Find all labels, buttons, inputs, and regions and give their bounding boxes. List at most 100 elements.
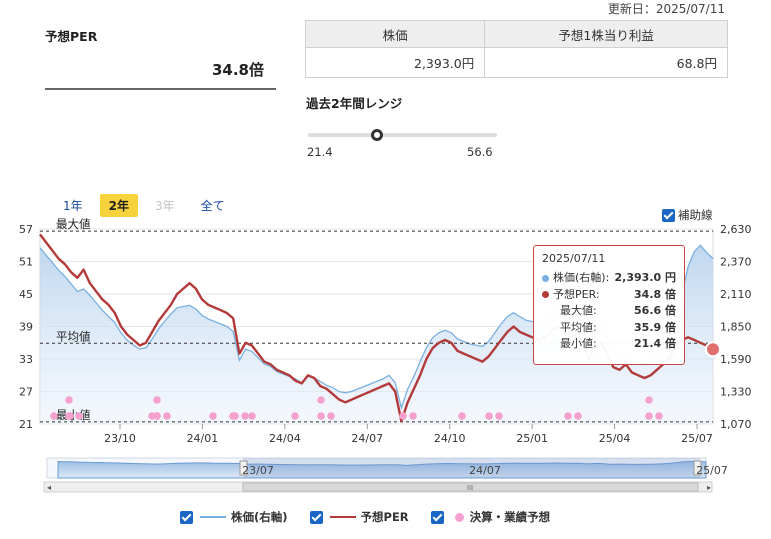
tooltip-row-per: 予想PER: 34.8 倍 bbox=[542, 287, 676, 304]
left-axis-tick: 45 bbox=[19, 288, 33, 301]
chart-tooltip: 2025/07/11 株価(右軸): 2,393.0 円 予想PER: 34.8… bbox=[533, 245, 685, 365]
tab-1y[interactable]: 1年 bbox=[54, 194, 92, 217]
x-axis-tick: 24/01 bbox=[187, 432, 219, 445]
stats-value-eps: 68.8円 bbox=[484, 47, 728, 78]
per-label: 予想PER bbox=[45, 29, 98, 44]
left-axis-tick: 21 bbox=[19, 418, 33, 431]
event-dot bbox=[327, 412, 335, 420]
x-axis-tick: 24/07 bbox=[351, 432, 383, 445]
price-dot-icon bbox=[542, 274, 549, 282]
event-dot bbox=[409, 412, 417, 420]
event-dot bbox=[248, 412, 256, 420]
event-dot bbox=[645, 412, 653, 420]
right-axis-tick: 1,330 bbox=[720, 386, 752, 399]
tooltip-row-min: 最小値: 21.4 倍 bbox=[542, 336, 676, 353]
event-dot bbox=[399, 412, 407, 420]
tab-3y: 3年 bbox=[155, 199, 175, 213]
scrollbar-grip-icon: III bbox=[467, 484, 473, 492]
stats-table: 株価 予想1株当り利益 2,393.0円 68.8円 bbox=[304, 20, 728, 78]
tooltip-value: 21.4 倍 bbox=[634, 337, 676, 350]
tab-all[interactable]: 全て bbox=[192, 194, 234, 217]
tooltip-row-avg: 平均値: 35.9 倍 bbox=[542, 320, 676, 337]
navigator-label: 24/07 bbox=[469, 464, 501, 477]
legend-events-checkbox[interactable] bbox=[430, 510, 444, 524]
updated-date: 更新日：2025/07/11 bbox=[607, 2, 725, 16]
stats-header-eps: 予想1株当り利益 bbox=[484, 20, 728, 48]
event-dot bbox=[574, 412, 582, 420]
tooltip-label: 平均値: bbox=[560, 320, 597, 334]
x-axis-tick: 25/04 bbox=[599, 432, 631, 445]
legend-item-events[interactable]: 決算・業績予想 bbox=[430, 509, 551, 525]
range-max: 56.6 bbox=[467, 145, 493, 159]
legend-price-label: 株価(右軸) bbox=[231, 510, 288, 524]
legend-events-swatch bbox=[454, 512, 464, 522]
tooltip-value: 56.6 倍 bbox=[634, 304, 676, 317]
event-dot bbox=[458, 412, 466, 420]
event-dot bbox=[163, 412, 171, 420]
tooltip-label: 予想PER: bbox=[553, 287, 600, 301]
x-axis-tick: 25/07 bbox=[681, 432, 713, 445]
scroll-left-icon: ◂ bbox=[47, 483, 51, 492]
chart-legend: 株価(右軸) 予想PER 決算・業績予想 bbox=[180, 509, 572, 525]
right-axis-tick: 1,070 bbox=[720, 418, 752, 431]
left-axis-tick: 33 bbox=[19, 353, 33, 366]
event-dot bbox=[655, 412, 663, 420]
period-tabs: 1年 2年 3年 全て bbox=[54, 194, 242, 217]
event-dot bbox=[241, 412, 249, 420]
tooltip-label: 最小値: bbox=[560, 337, 597, 350]
stats-value-price: 2,393.0円 bbox=[304, 47, 486, 78]
left-axis-tick: 57 bbox=[19, 223, 33, 236]
navigator-label: 23/07 bbox=[242, 464, 274, 477]
x-axis-tick: 24/04 bbox=[269, 432, 301, 445]
tooltip-value: 2,393.0 円 bbox=[614, 271, 676, 284]
event-dot bbox=[229, 412, 237, 420]
tab-2y[interactable]: 2年 bbox=[99, 194, 138, 217]
per-dot-icon bbox=[542, 291, 549, 299]
x-axis-tick: 24/10 bbox=[434, 432, 466, 445]
range-title: 過去2年間レンジ bbox=[306, 96, 403, 111]
reference-line-label: 最大値 bbox=[56, 218, 91, 231]
reference-line-label: 平均値 bbox=[56, 329, 91, 343]
right-axis-tick: 2,370 bbox=[720, 256, 752, 269]
current-point-marker bbox=[705, 341, 721, 358]
event-dot bbox=[66, 412, 74, 420]
left-axis-tick: 27 bbox=[19, 386, 33, 399]
legend-per-checkbox[interactable] bbox=[309, 510, 323, 524]
event-dot bbox=[564, 412, 572, 420]
tooltip-label: 最大値: bbox=[560, 304, 597, 317]
x-axis-tick: 23/10 bbox=[104, 432, 136, 445]
event-dot bbox=[495, 412, 503, 420]
right-axis-tick: 1,850 bbox=[720, 321, 752, 334]
event-dot bbox=[75, 412, 83, 420]
event-dot bbox=[317, 396, 325, 404]
tooltip-row-price: 株価(右軸): 2,393.0 円 bbox=[542, 270, 676, 287]
event-dot bbox=[645, 396, 653, 404]
tooltip-value: 35.9 倍 bbox=[634, 320, 676, 334]
event-dot bbox=[153, 396, 161, 404]
legend-per-label: 予想PER bbox=[360, 510, 409, 524]
event-dot bbox=[50, 412, 58, 420]
legend-per-swatch bbox=[329, 516, 356, 518]
legend-price-checkbox[interactable] bbox=[180, 510, 193, 524]
x-axis-tick: 25/01 bbox=[516, 432, 548, 445]
legend-events-label: 決算・業績予想 bbox=[469, 510, 551, 524]
stats-header-price: 株価 bbox=[304, 20, 486, 48]
per-value: 34.8倍 bbox=[45, 59, 276, 90]
legend-item-price[interactable]: 株価(右軸) bbox=[180, 509, 288, 525]
per-summary: 予想PER 34.8倍 bbox=[45, 26, 276, 90]
legend-item-per[interactable]: 予想PER bbox=[309, 509, 409, 525]
event-dot bbox=[317, 412, 325, 420]
left-axis-tick: 39 bbox=[19, 321, 33, 334]
right-axis-tick: 2,630 bbox=[720, 223, 752, 236]
tooltip-date: 2025/07/11 bbox=[542, 252, 606, 265]
right-axis-tick: 1,590 bbox=[720, 353, 752, 366]
range-min: 21.4 bbox=[307, 145, 333, 159]
navigator-label: 25/07 bbox=[696, 464, 728, 477]
scroll-right-icon: ▸ bbox=[707, 483, 711, 492]
tooltip-value: 34.8 倍 bbox=[634, 287, 676, 301]
event-dot bbox=[209, 412, 217, 420]
legend-price-swatch bbox=[200, 516, 226, 518]
event-dot bbox=[485, 412, 493, 420]
left-axis-tick: 51 bbox=[19, 256, 33, 269]
right-axis-tick: 2,110 bbox=[720, 288, 752, 301]
